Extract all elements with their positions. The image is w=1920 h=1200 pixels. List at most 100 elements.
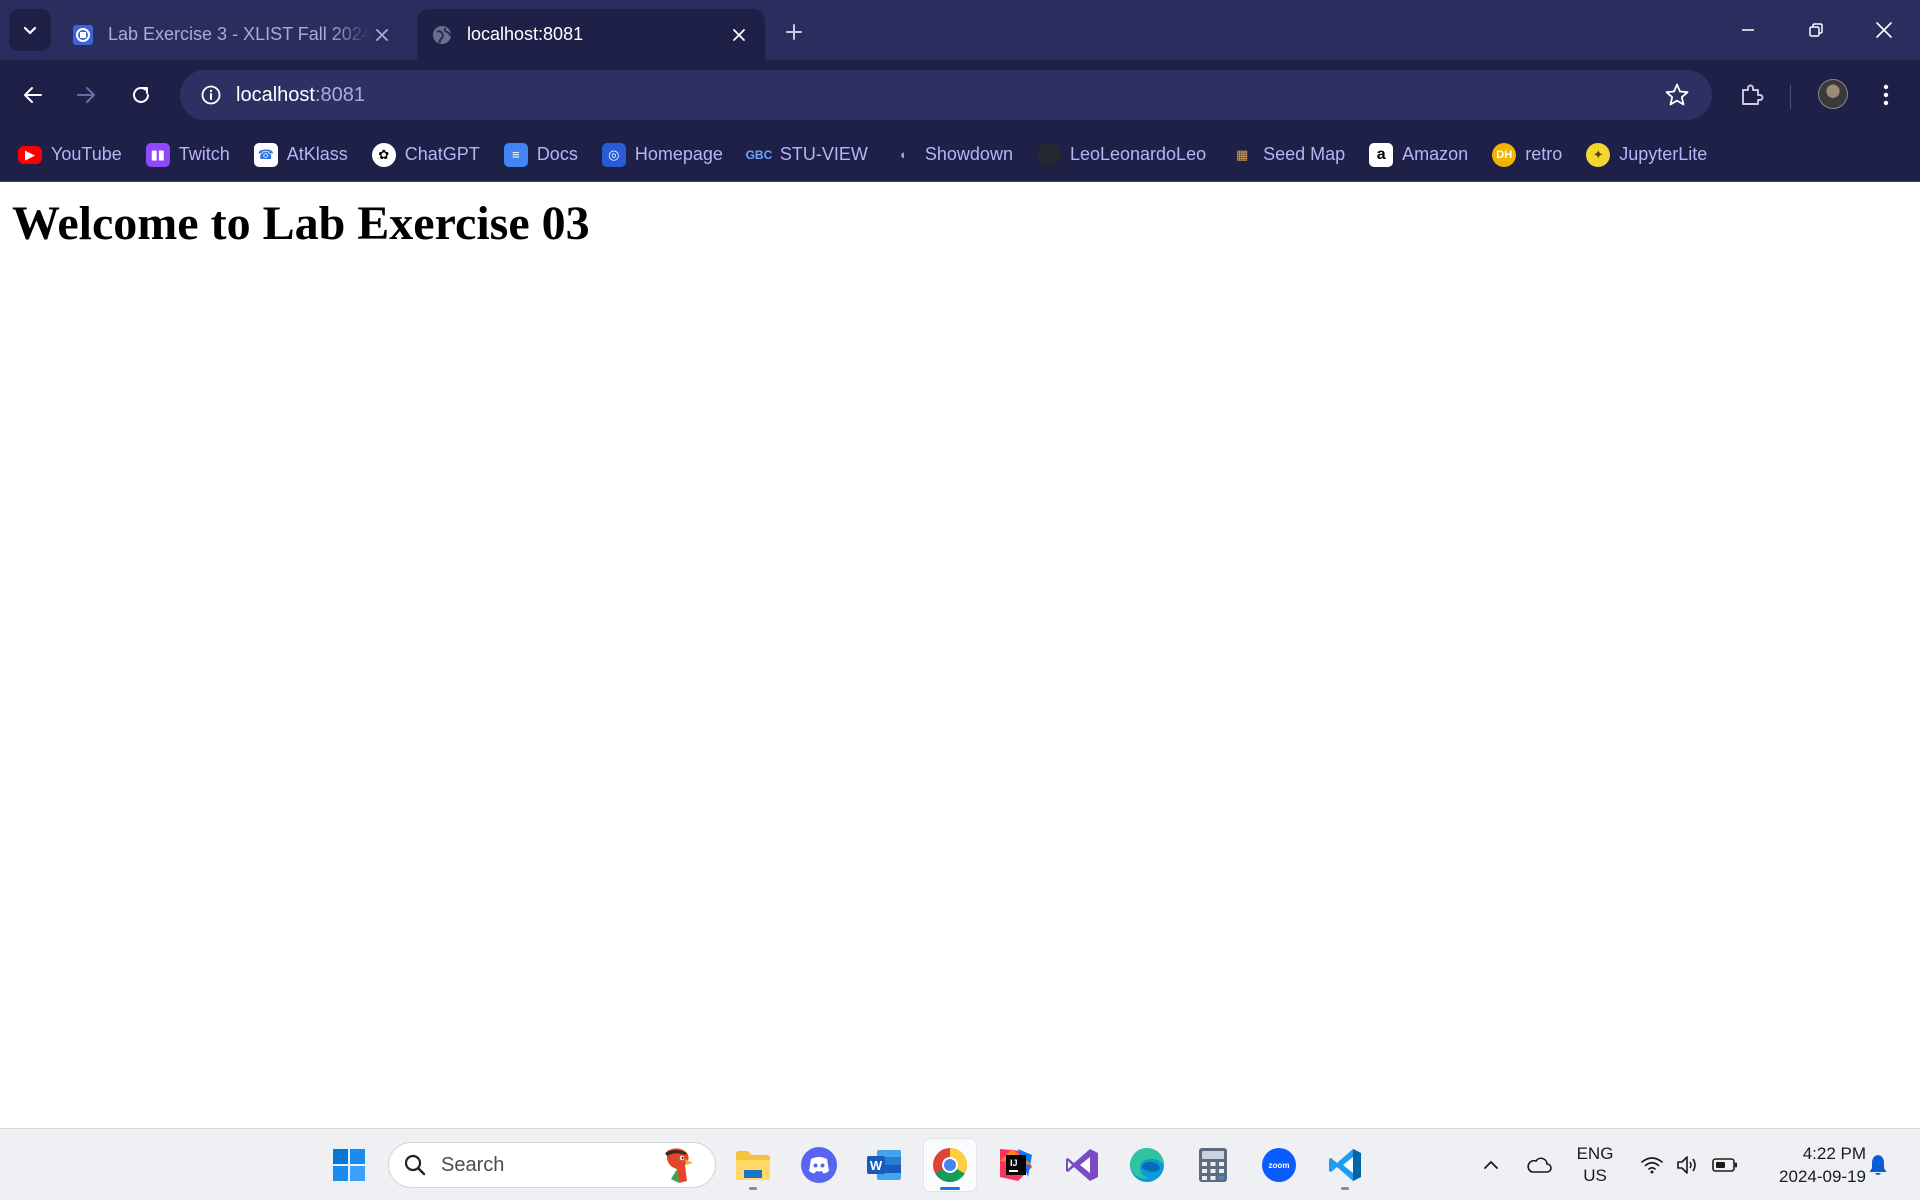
running-indicator: [1341, 1187, 1349, 1190]
taskbar-chrome[interactable]: [924, 1139, 976, 1191]
notifications-button[interactable]: [1862, 1129, 1894, 1200]
bookmark-label: Homepage: [634, 144, 723, 164]
bookmark-homepage[interactable]: ◎ Homepage: [600, 137, 733, 173]
page-viewport: Welcome to Lab Exercise 03: [0, 182, 1920, 1128]
svg-text:W: W: [870, 1158, 883, 1173]
reload-button[interactable]: [123, 77, 159, 113]
taskbar-calculator[interactable]: [1187, 1139, 1239, 1191]
tab-lab-exercise[interactable]: Lab Exercise 3 - XLIST Fall 2024: [58, 9, 408, 60]
tab-title: localhost:8081: [467, 24, 584, 44]
volume-button[interactable]: [1672, 1129, 1704, 1200]
taskbar-intellij[interactable]: IJ: [990, 1139, 1042, 1191]
bookmark-label: ChatGPT: [404, 144, 480, 164]
vscode-icon: [1329, 1149, 1361, 1181]
back-button[interactable]: [15, 77, 51, 113]
new-tab-button[interactable]: [780, 18, 808, 46]
bell-icon: [1869, 1155, 1887, 1175]
windows-taskbar: Search W IJ zoom ENG US 4:22 PM 2024-09-…: [0, 1128, 1920, 1200]
restore-button[interactable]: [1782, 0, 1850, 60]
close-tab-icon[interactable]: [370, 23, 394, 47]
menu-button[interactable]: [1868, 77, 1904, 113]
bookmarks-bar: ▶ YouTube ▮▮ Twitch ☎ AtKlass ✿ ChatGPT …: [0, 128, 1920, 182]
taskbar-edge[interactable]: [1121, 1139, 1173, 1191]
gbc-icon: GBC: [746, 142, 772, 167]
taskbar-zoom[interactable]: zoom: [1253, 1139, 1305, 1191]
profile-avatar[interactable]: [1818, 79, 1848, 109]
taskbar-word[interactable]: W: [858, 1139, 910, 1191]
bookmark-label: JupyterLite: [1619, 144, 1708, 164]
forward-button[interactable]: [68, 77, 104, 113]
site-info-button[interactable]: [186, 70, 236, 120]
bookmark-retro[interactable]: DH retro: [1490, 137, 1572, 173]
bookmark-label: STU-VIEW: [779, 144, 868, 164]
bookmark-seed-map[interactable]: ▦ Seed Map: [1228, 137, 1355, 173]
close-window-button[interactable]: [1850, 0, 1918, 60]
arrow-left-icon: [24, 87, 42, 103]
battery-button[interactable]: [1708, 1129, 1742, 1200]
file-explorer-icon: [736, 1151, 770, 1180]
address-bar[interactable]: localhost:8081: [180, 70, 1712, 120]
bookmark-chatgpt[interactable]: ✿ ChatGPT: [370, 137, 490, 173]
atklass-icon: ☎: [253, 142, 278, 167]
bookmark-amazon[interactable]: a Amazon: [1367, 137, 1478, 173]
clock-date: 2024-09-19: [1779, 1167, 1866, 1186]
chevron-down-icon: [23, 26, 37, 35]
bookmark-leoleonardoleo[interactable]: LeoLeonardoLeo: [1035, 137, 1216, 173]
minimize-icon: [1742, 29, 1754, 31]
bookmark-twitch[interactable]: ▮▮ Twitch: [144, 137, 240, 173]
chatgpt-icon: ✿: [371, 142, 396, 167]
restore-icon: [1809, 23, 1823, 37]
arrow-right-icon: [77, 87, 95, 103]
language-indicator[interactable]: ENG US: [1570, 1143, 1620, 1187]
taskbar-visual-studio[interactable]: [1056, 1139, 1108, 1191]
reload-icon: [133, 86, 149, 103]
youtube-icon: ▶: [18, 145, 42, 164]
minimize-button[interactable]: [1714, 0, 1782, 60]
svg-text:zoom: zoom: [1269, 1161, 1290, 1170]
taskbar-vscode[interactable]: [1319, 1139, 1371, 1191]
tab-search-button[interactable]: [9, 9, 51, 51]
bookmark-jupyterlite[interactable]: ✦ JupyterLite: [1584, 137, 1717, 173]
seedmap-icon: ▦: [1230, 142, 1255, 167]
twitch-icon: ▮▮: [145, 142, 170, 167]
bookmark-label: AtKlass: [286, 144, 348, 164]
close-tab-icon[interactable]: [727, 23, 751, 47]
url-host: localhost: [236, 83, 315, 106]
page-heading: Welcome to Lab Exercise 03: [12, 197, 590, 250]
wifi-button[interactable]: [1636, 1129, 1668, 1200]
bookmark-label: LeoLeonardoLeo: [1069, 144, 1207, 164]
url-port: :8081: [314, 83, 365, 106]
running-indicator: [749, 1187, 757, 1190]
more-vertical-icon: [1883, 84, 1889, 106]
extensions-button[interactable]: [1734, 77, 1770, 113]
edge-icon: [1130, 1148, 1164, 1182]
bookmark-docs[interactable]: ≡ Docs: [502, 137, 588, 173]
bookmark-showdown[interactable]: ◐ Showdown: [890, 137, 1023, 173]
bookmark-label: retro: [1525, 144, 1563, 164]
amazon-icon: a: [1369, 142, 1394, 167]
bookmark-star-icon[interactable]: [1664, 82, 1690, 108]
taskbar-file-explorer[interactable]: [727, 1139, 779, 1191]
bookmark-atklass[interactable]: ☎ AtKlass: [252, 137, 358, 173]
bookmark-label: Twitch: [178, 144, 230, 164]
bookmark-youtube[interactable]: ▶ YouTube: [16, 137, 132, 173]
zoom-icon: zoom: [1262, 1148, 1296, 1182]
visual-studio-icon: [1066, 1149, 1098, 1181]
show-hidden-icons-button[interactable]: [1476, 1129, 1506, 1200]
taskbar-search[interactable]: Search: [388, 1142, 716, 1188]
browser-toolbar: localhost:8081: [0, 60, 1920, 128]
search-icon: [404, 1154, 426, 1176]
taskbar-discord[interactable]: [793, 1139, 845, 1191]
tab-localhost[interactable]: localhost:8081: [417, 9, 765, 60]
docs-icon: ≡: [503, 142, 528, 167]
bookmark-label: Showdown: [924, 144, 1013, 164]
svg-text:IJ: IJ: [1010, 1158, 1018, 1168]
clock[interactable]: 4:22 PM 2024-09-19: [1756, 1142, 1866, 1188]
start-button[interactable]: [323, 1139, 375, 1191]
showdown-icon: ◐: [891, 142, 916, 167]
onedrive-button[interactable]: [1522, 1129, 1556, 1200]
url-text[interactable]: localhost:8081: [236, 84, 365, 107]
bookmark-stu-view[interactable]: GBC STU-VIEW: [745, 137, 878, 173]
tab-title: Lab Exercise 3 - XLIST Fall 2024: [108, 24, 370, 44]
word-icon: W: [867, 1150, 901, 1180]
